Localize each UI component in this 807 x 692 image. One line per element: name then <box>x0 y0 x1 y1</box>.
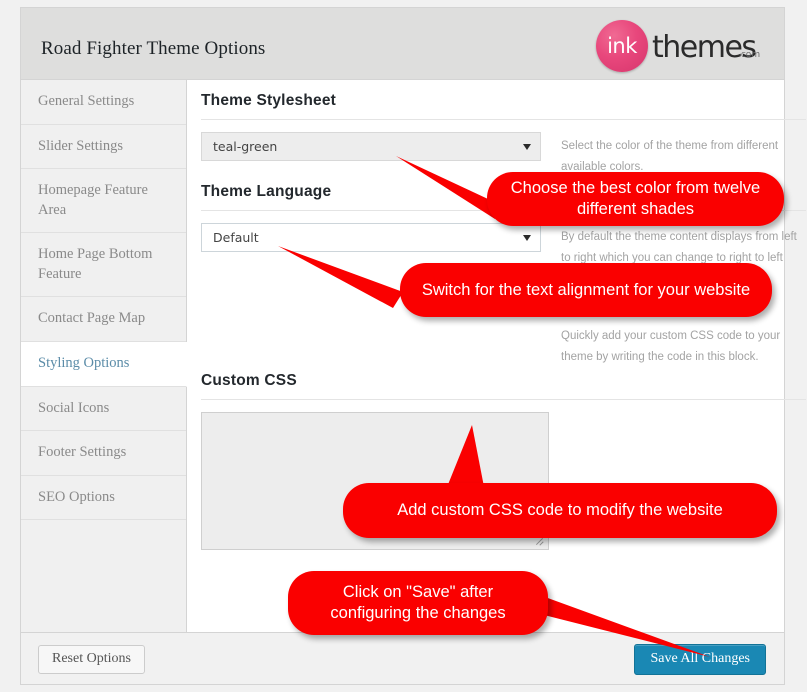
sidebar-item-home-page-bottom-feature[interactable]: Home Page Bottom Feature <box>21 233 186 298</box>
sidebar-item-footer-settings[interactable]: Footer Settings <box>21 431 186 476</box>
theme-language-select[interactable]: Default <box>201 223 541 252</box>
theme-language-help: By default the theme content displays fr… <box>561 231 797 265</box>
page-header: Road Fighter Theme Options ink themes .c… <box>20 7 785 79</box>
theme-stylesheet-value: teal-green <box>213 139 278 154</box>
save-all-changes-button[interactable]: Save All Changes <box>634 644 766 675</box>
sidebar-item-homepage-feature-area[interactable]: Homepage Feature Area <box>21 169 186 234</box>
page-footer: Reset Options Save All Changes <box>20 633 785 685</box>
custom-css-help: Quickly add your custom CSS code to your… <box>561 330 781 364</box>
field-title: Theme Language <box>201 183 332 200</box>
sidebar-item-label: Contact Page Map <box>38 310 146 327</box>
theme-stylesheet-help: Select the color of the theme from diffe… <box>561 140 779 174</box>
sidebar-item-slider-settings[interactable]: Slider Settings <box>21 125 186 170</box>
sidebar-item-styling-options[interactable]: Styling Options <box>21 341 187 387</box>
field-divider <box>201 119 806 120</box>
reset-options-button[interactable]: Reset Options <box>38 645 145 674</box>
sidebar-item-social-icons[interactable]: Social Icons <box>21 387 186 432</box>
main-panel: General Settings Slider Settings Homepag… <box>20 79 806 633</box>
field-divider <box>201 399 806 400</box>
theme-stylesheet-select[interactable]: teal-green <box>201 132 541 161</box>
theme-options-page: Road Fighter Theme Options ink themes .c… <box>0 0 807 692</box>
field-title: Theme Stylesheet <box>201 92 337 109</box>
sidebar-item-label: Styling Options <box>38 354 130 371</box>
sidebar-item-general-settings[interactable]: General Settings <box>21 80 186 125</box>
sidebar-item-label: Homepage Feature Area <box>38 182 148 218</box>
sidebar-item-seo-options[interactable]: SEO Options <box>21 476 186 521</box>
settings-content: Theme Stylesheet teal-green Select the c… <box>187 80 806 632</box>
sidebar-item-label: SEO Options <box>38 488 115 505</box>
sidebar-item-label: Home Page Bottom Feature <box>38 246 153 282</box>
field-custom-css: Custom CSS <box>201 372 806 412</box>
chevron-down-icon <box>523 144 531 150</box>
sidebar-item-label: Slider Settings <box>38 137 123 154</box>
theme-language-value: Default <box>213 230 259 245</box>
logo-tld: .com <box>738 50 761 60</box>
sidebar-item-label: Social Icons <box>38 399 110 416</box>
field-divider <box>201 210 806 211</box>
sidebar-item-label: Footer Settings <box>38 444 127 461</box>
sidebar-item-contact-page-map[interactable]: Contact Page Map <box>21 297 186 342</box>
logo-mark-text: ink <box>607 34 637 58</box>
page-title: Road Fighter Theme Options <box>41 38 266 59</box>
sidebar-item-label: General Settings <box>38 93 135 109</box>
inkthemes-logo: ink themes .com <box>596 18 764 74</box>
custom-css-textarea[interactable] <box>201 412 549 550</box>
field-title: Custom CSS <box>201 372 297 389</box>
settings-sidebar: General Settings Slider Settings Homepag… <box>21 80 187 632</box>
chevron-down-icon <box>523 235 531 241</box>
